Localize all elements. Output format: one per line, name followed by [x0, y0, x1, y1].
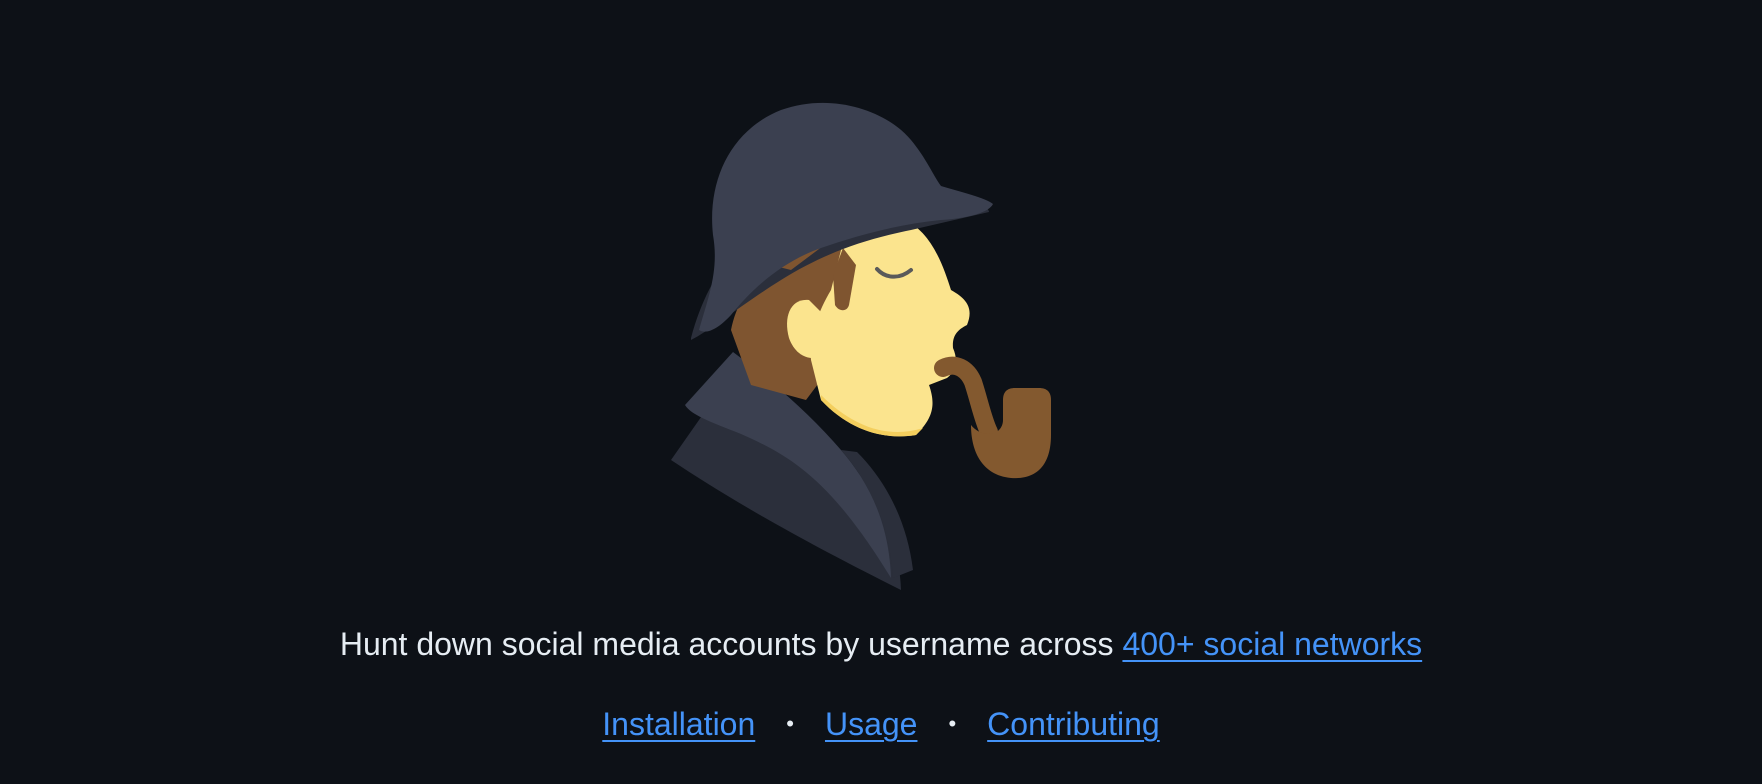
nav-separator: •: [786, 710, 794, 736]
nav-separator: •: [948, 710, 957, 736]
usage-link[interactable]: Usage: [825, 706, 918, 742]
detective-with-pipe-icon: [671, 102, 1051, 590]
tagline-text: Hunt down social media accounts by usern…: [339, 626, 1123, 662]
tagline: Hunt down social media accounts by usern…: [0, 620, 1762, 668]
installation-link[interactable]: Installation: [602, 706, 755, 742]
readme-header: Hunt down social media accounts by usern…: [0, 0, 1762, 784]
contributing-link[interactable]: Contributing: [987, 706, 1160, 742]
readme-nav: Installation • Usage • Contributing: [0, 700, 1762, 751]
social-networks-link[interactable]: 400+ social networks: [1122, 626, 1422, 662]
pipe-stem-shape: [934, 356, 998, 441]
